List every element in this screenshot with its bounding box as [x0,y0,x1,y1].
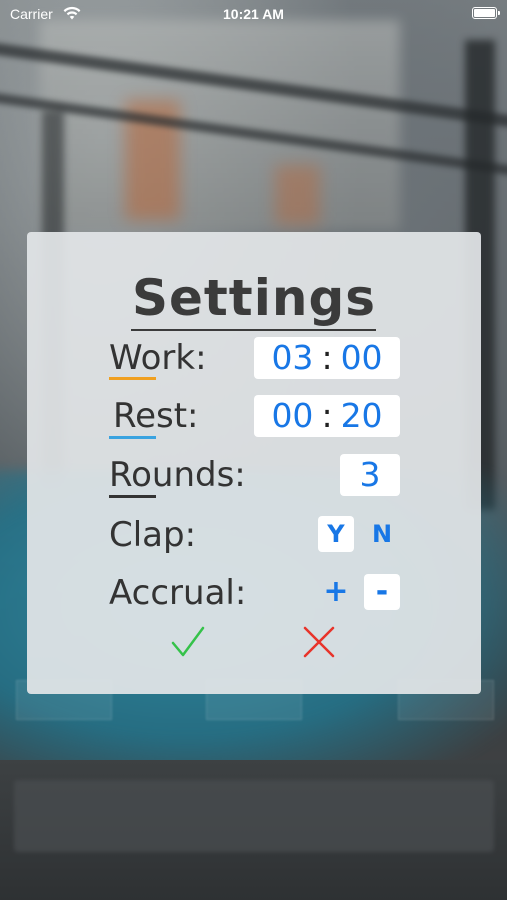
rest-label: Rest: [113,396,199,436]
rounds-label: Rounds: [109,455,246,495]
accrual-minus-button[interactable]: - [364,574,400,610]
clap-label: Clap: [109,515,197,555]
accrual-plus-button[interactable]: + [318,574,354,610]
close-x-icon[interactable] [301,624,337,660]
work-minutes[interactable]: 03 [271,338,313,377]
rest-underline [109,436,156,439]
rest-minutes[interactable]: 00 [271,396,313,435]
battery-icon [472,7,500,19]
rest-time-field[interactable]: 00:20 [254,395,400,437]
accrual-label: Accrual: [109,573,247,613]
settings-dialog: Settings Work: 03:00 Rest: 00:20 Rounds:… [27,232,481,694]
title-underline [131,329,376,331]
work-underline [109,377,156,380]
rest-seconds[interactable]: 20 [341,396,383,435]
clap-no-button[interactable]: N [364,516,400,552]
rounds-field[interactable]: 3 [340,454,400,496]
work-label: Work: [109,338,207,378]
clap-yes-button[interactable]: Y [318,516,354,552]
dialog-title: Settings [131,269,376,327]
clock: 10:21 AM [223,6,284,22]
work-time-field[interactable]: 03:00 [254,337,400,379]
status-bar: Carrier 10:21 AM [0,0,507,28]
rounds-underline [109,495,156,498]
checkmark-icon[interactable] [170,624,206,660]
work-seconds[interactable]: 00 [341,338,383,377]
